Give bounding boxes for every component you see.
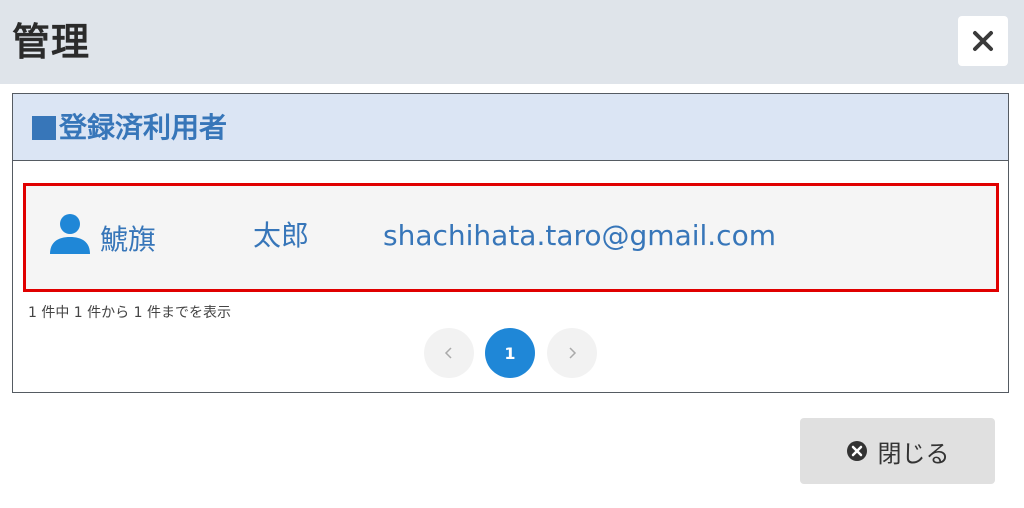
close-button[interactable]: 閉じる [800, 418, 995, 484]
chevron-right-icon [569, 347, 577, 359]
pagination-prev-button[interactable] [424, 328, 474, 378]
panel-heading: 登録済利用者 [59, 111, 228, 144]
result-count: 1 件中 1 件から 1 件までを表示 [28, 305, 231, 321]
close-x-button[interactable] [958, 16, 1008, 66]
modal-header: 管理 [0, 0, 1024, 84]
chevron-left-icon [444, 347, 452, 359]
circle-x-icon [846, 441, 867, 461]
user-last-name: 鯱旗 [100, 223, 157, 256]
user-first-name: 太郎 [253, 219, 310, 252]
user-email: shachihata.taro@gmail.com [383, 219, 776, 252]
panel-header: 登録済利用者 [13, 94, 1008, 161]
user-row[interactable]: 鯱旗 太郎 shachihata.taro@gmail.com [23, 183, 999, 292]
close-icon [973, 31, 993, 51]
modal-title: 管理 [12, 20, 91, 64]
registered-users-panel: 登録済利用者 鯱旗 太郎 shachihata.taro@gmail.com 1… [12, 93, 1009, 393]
user-icon [50, 214, 90, 254]
pagination-page-1[interactable]: 1 [485, 328, 535, 378]
heading-marker [32, 116, 56, 140]
pagination-next-button[interactable] [547, 328, 597, 378]
close-button-label: 閉じる [877, 439, 950, 468]
